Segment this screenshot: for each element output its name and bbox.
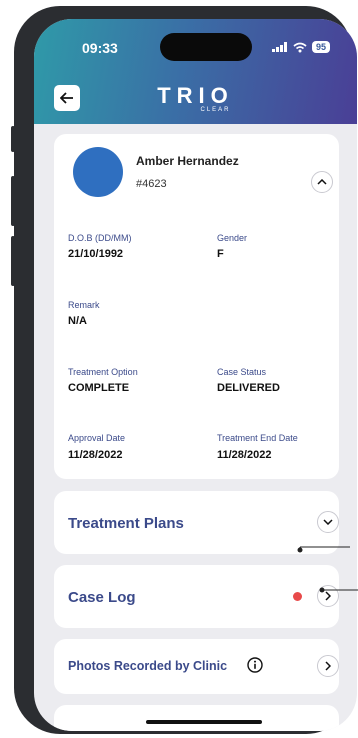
photos-title: Photos Recorded by Clinic	[68, 659, 228, 673]
next-section-card	[54, 705, 339, 731]
chevron-down-icon	[323, 519, 333, 525]
remark-label: Remark	[68, 300, 100, 310]
avatar	[73, 147, 123, 197]
signal-icon	[272, 42, 287, 52]
remark-value: N/A	[68, 315, 87, 327]
case-log-open-button[interactable]	[317, 585, 339, 607]
app-screen: 09:33 95 TRIO CLEAR Amber Hernandez #462…	[34, 19, 357, 731]
gender-label: Gender	[217, 233, 248, 243]
treatment-option-value: COMPLETE	[68, 382, 130, 394]
dob-value: 21/10/1992	[68, 248, 124, 260]
approval-date-value: 11/28/2022	[68, 449, 123, 461]
app-header: 09:33 95 TRIO CLEAR	[34, 19, 357, 124]
status-icons: 95	[272, 41, 331, 53]
wifi-icon	[293, 42, 307, 52]
approval-date-label: Approval Date	[68, 433, 126, 443]
treatment-end-date-label: Treatment End Date	[217, 433, 298, 443]
case-status-value: DELIVERED	[217, 382, 280, 394]
info-icon[interactable]	[247, 657, 263, 678]
patient-id: #4623	[136, 178, 167, 190]
patient-name: Amber Hernandez	[136, 154, 239, 168]
collapse-button[interactable]	[311, 171, 333, 193]
chevron-right-icon	[325, 591, 331, 601]
patient-info-card: Amber Hernandez #4623 D.O.B (DD/MM) 21/1…	[54, 134, 339, 479]
dob-label: D.O.B (DD/MM)	[68, 233, 132, 243]
treatment-plans-title: Treatment Plans	[68, 515, 184, 532]
case-log-title: Case Log	[68, 589, 136, 606]
status-time: 09:33	[82, 40, 118, 56]
photos-section[interactable]: Photos Recorded by Clinic	[54, 639, 339, 694]
case-log-section[interactable]: Case Log	[54, 565, 339, 628]
treatment-plans-section[interactable]: Treatment Plans	[54, 491, 339, 554]
photos-open-button[interactable]	[317, 655, 339, 677]
phone-frame: 09:33 95 TRIO CLEAR Amber Hernandez #462…	[11, 6, 357, 734]
chevron-up-icon	[317, 179, 327, 185]
dynamic-island	[160, 33, 252, 61]
case-status-label: Case Status	[217, 367, 267, 377]
gender-value: F	[217, 248, 224, 260]
treatment-end-date-value: 11/28/2022	[217, 449, 272, 461]
home-indicator	[146, 720, 262, 724]
notification-dot	[293, 592, 302, 601]
treatment-plans-expand-button[interactable]	[317, 511, 339, 533]
battery-indicator: 95	[312, 41, 331, 53]
chevron-right-icon	[325, 661, 331, 671]
trio-clear-logo: TRIO CLEAR	[157, 83, 234, 113]
treatment-option-label: Treatment Option	[68, 367, 138, 377]
